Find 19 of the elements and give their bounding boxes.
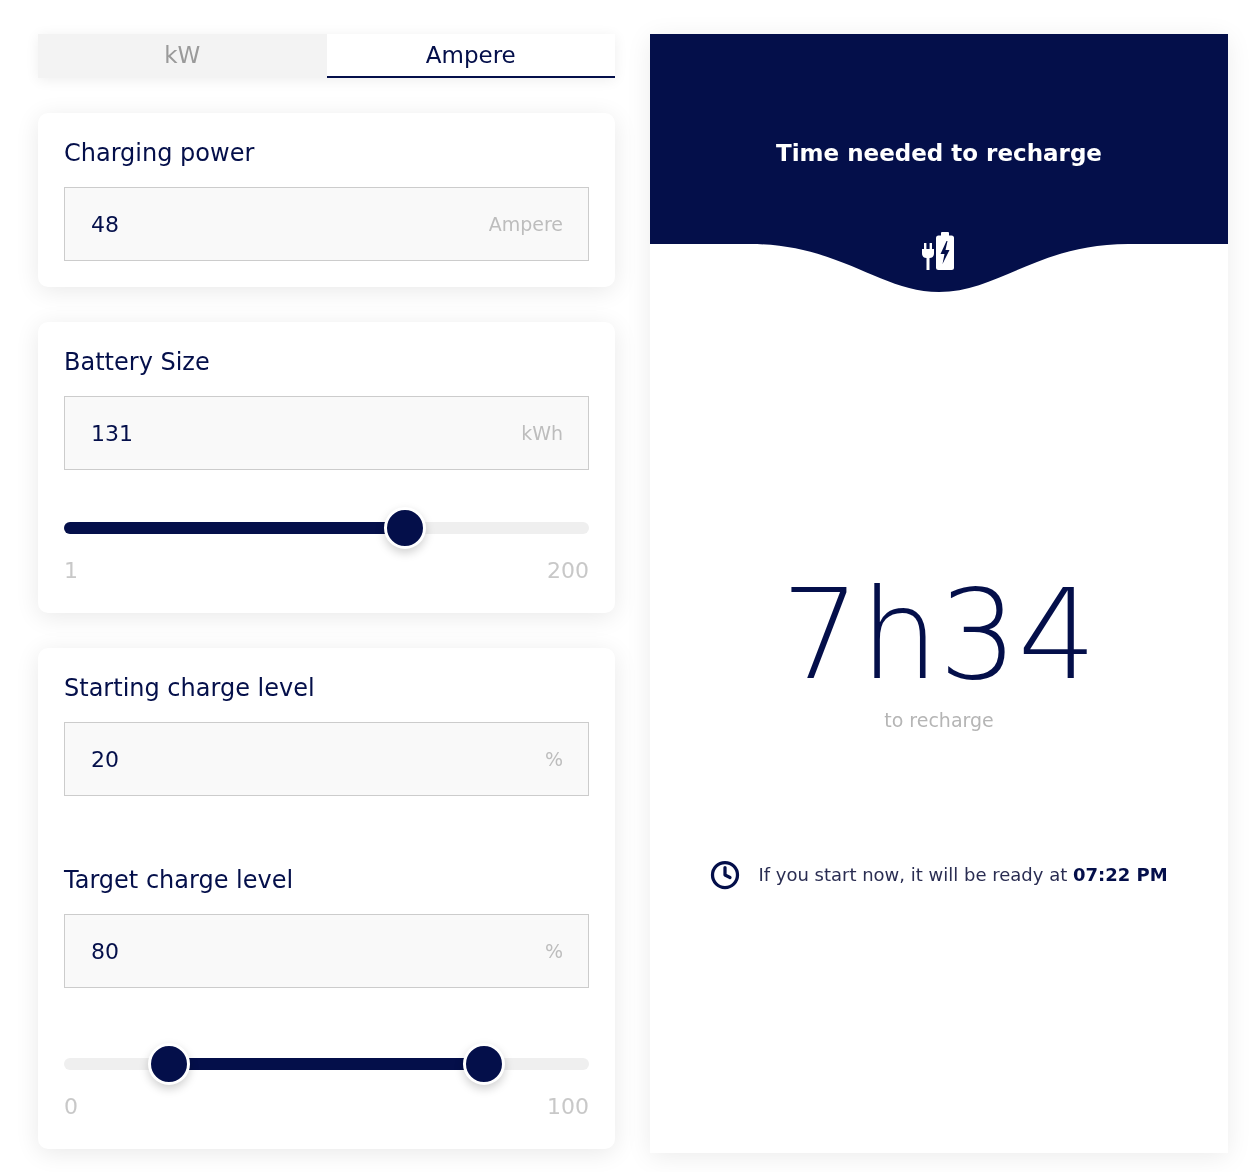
unit-label: % [544, 939, 563, 964]
slider-track[interactable] [64, 1043, 589, 1085]
slider-thumb[interactable] [463, 1043, 505, 1085]
unit-label: Ampere [488, 212, 563, 237]
field-label: Target charge level [64, 865, 295, 896]
field-label: Starting charge level [64, 673, 316, 704]
clock-icon [710, 860, 741, 890]
slider-track[interactable] [64, 507, 589, 549]
unit-tab[interactable]: Ampere [326, 34, 615, 78]
unit-label: % [544, 747, 563, 772]
unit-label: kWh [521, 421, 563, 446]
slider-thumb[interactable] [384, 507, 427, 549]
result-title: Time needed to recharge [776, 139, 1102, 168]
field-label: Battery Size [64, 347, 211, 378]
duration-value: 7h34 [781, 573, 1097, 697]
ready-time-note: If you start now, it will be ready at 07:22 PM [758, 863, 1168, 887]
slider-thumb[interactable] [148, 1043, 190, 1085]
duration-caption: to recharge [884, 708, 994, 732]
field-label: Charging power [64, 138, 256, 169]
